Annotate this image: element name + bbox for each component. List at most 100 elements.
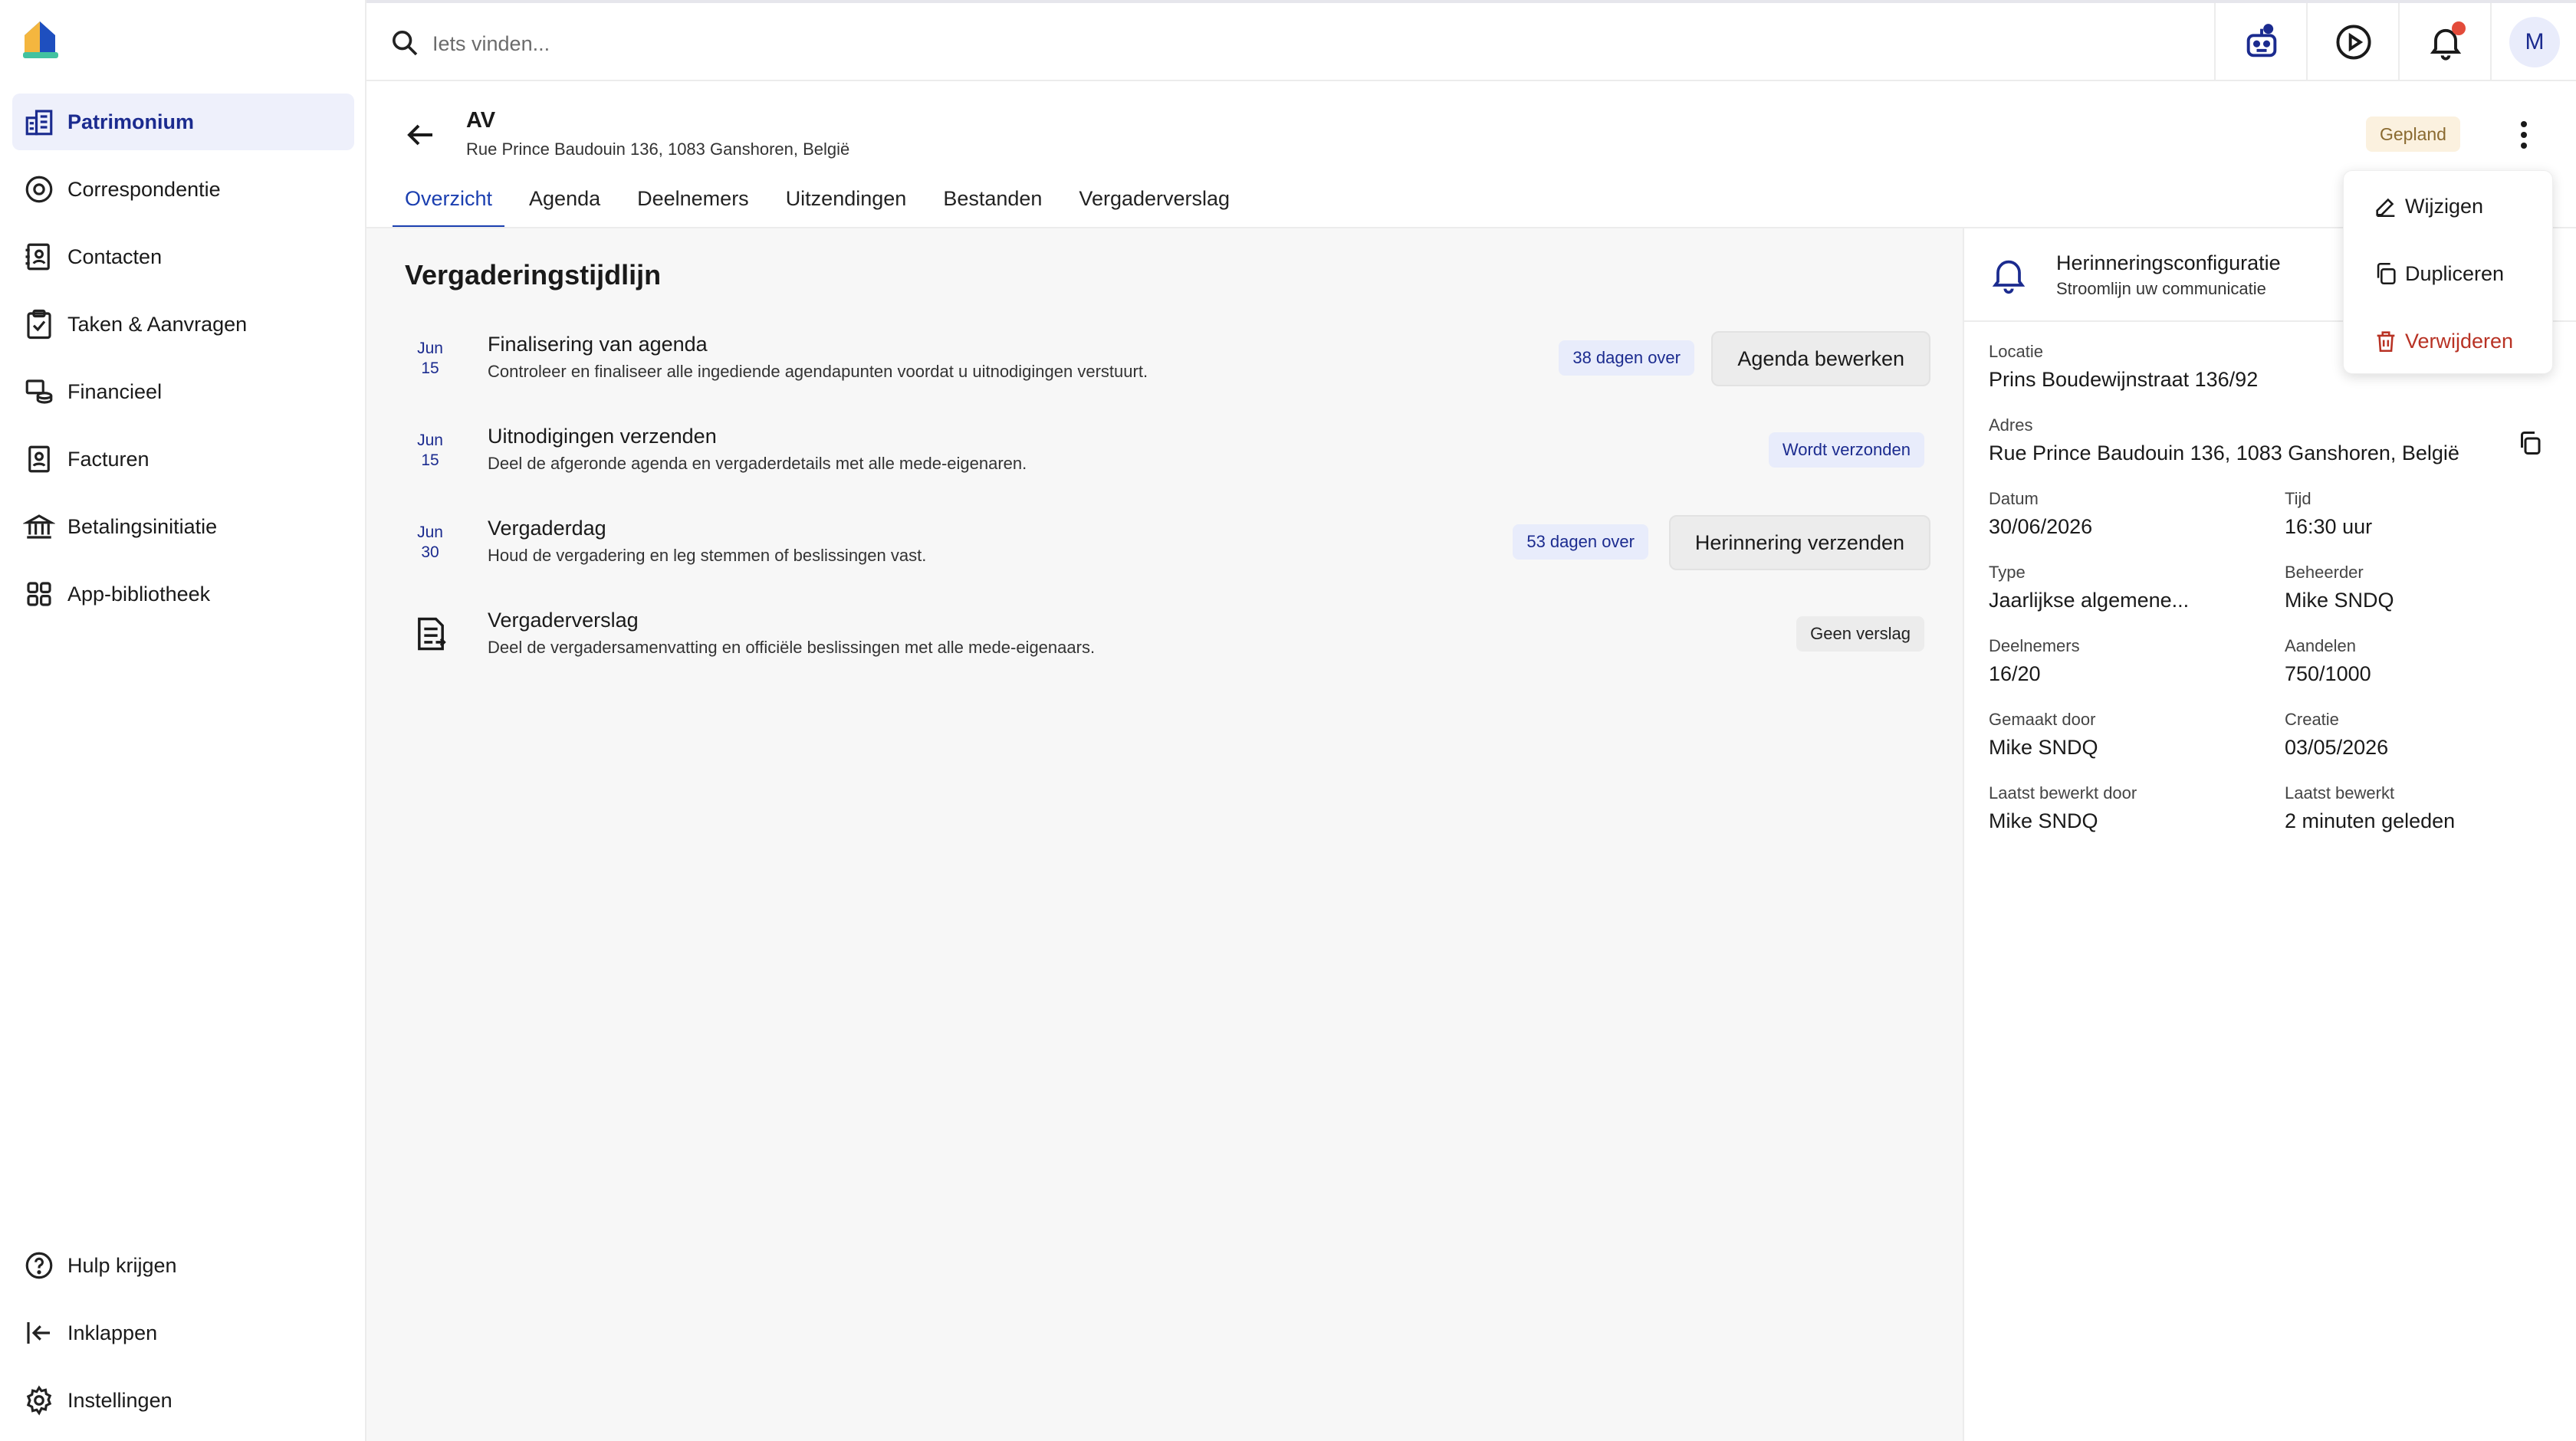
- building-chart-icon: [21, 104, 57, 140]
- copy-icon[interactable]: [2516, 429, 2544, 457]
- tab-agenda[interactable]: Agenda: [517, 173, 613, 228]
- field-value: 03/05/2026: [2285, 736, 2389, 759]
- invoice-icon: [21, 441, 57, 477]
- trash-icon: [2377, 331, 2395, 353]
- sidebar-item-label: App-bibliotheek: [67, 582, 211, 606]
- sidebar-item-contacten[interactable]: Contacten: [12, 228, 354, 285]
- field-datum: Datum 30/06/2026: [1989, 489, 2092, 539]
- user-menu-button[interactable]: M: [2490, 3, 2576, 81]
- play-circle-icon: [2334, 22, 2374, 62]
- field-value: Mike SNDQ: [1989, 809, 2098, 832]
- field-deelnemers: Deelnemers 16/20: [1989, 636, 2080, 686]
- timeline-item: Jun 15 Finalisering van agenda Controlee…: [405, 331, 1930, 408]
- menu-item-edit[interactable]: Wijzigen: [2373, 191, 2483, 222]
- field-label: Laatst bewerkt: [2285, 783, 2395, 803]
- menu-item-duplicate[interactable]: Dupliceren: [2373, 258, 2504, 289]
- field-label: Datum: [1989, 489, 2039, 508]
- sidebar-item-help[interactable]: Hulp krijgen: [12, 1237, 354, 1294]
- field-tijd: Tijd 16:30 uur: [2285, 489, 2372, 539]
- sidebar-item-correspondentie[interactable]: Correspondentie: [12, 161, 354, 218]
- sidebar-item-inklappen[interactable]: Inklappen: [12, 1305, 354, 1361]
- timeline-date: Jun 30: [405, 523, 455, 563]
- sidebar-item-app-bibliotheek[interactable]: App-bibliotheek: [12, 566, 354, 622]
- field-locatie: Locatie Prins Boudewijnstraat 136/92: [1989, 342, 2258, 392]
- sidebar-item-label: Betalingsinitiatie: [67, 514, 218, 538]
- menu-item-label: Wijzigen: [2405, 194, 2484, 218]
- field-label: Laatst bewerkt door: [1989, 783, 2137, 803]
- menu-item-label: Verwijderen: [2405, 329, 2514, 353]
- timeline-item-title: Vergaderverslag: [488, 609, 639, 632]
- no-report-badge: Geen verslag: [1796, 616, 1924, 652]
- tab-bestanden[interactable]: Bestanden: [931, 173, 1054, 228]
- back-button[interactable]: [402, 117, 439, 153]
- app-logo[interactable]: [20, 18, 60, 61]
- at-icon: [21, 172, 57, 207]
- avatar: M: [2509, 17, 2560, 67]
- reminder-config-subtitle: Stroomlijn uw communicatie: [2056, 279, 2266, 298]
- bell-icon[interactable]: [1987, 251, 2030, 297]
- menu-item-delete[interactable]: Verwijderen: [2373, 326, 2513, 356]
- tab-uitzendingen[interactable]: Uitzendingen: [774, 173, 919, 228]
- field-label: Type: [1989, 563, 2026, 582]
- tab-overzicht[interactable]: Overzicht: [393, 173, 505, 228]
- play-button[interactable]: [2306, 3, 2400, 81]
- timeline-title: Vergaderingstijdlijn: [405, 259, 662, 290]
- field-laatst-bewerkt: Laatst bewerkt 2 minuten geleden: [2285, 783, 2455, 833]
- field-value: Mike SNDQ: [2285, 589, 2394, 612]
- collapse-icon: [21, 1315, 57, 1351]
- timeline-item-desc: Deel de afgeronde agenda en vergaderdeta…: [488, 454, 1027, 473]
- sidebar-item-instellingen[interactable]: Instellingen: [12, 1372, 354, 1429]
- days-left-badge: 38 dagen over: [1559, 340, 1694, 376]
- page-subtitle: Rue Prince Baudouin 136, 1083 Ganshoren,…: [466, 140, 850, 159]
- sidebar-item-facturen[interactable]: Facturen: [12, 431, 354, 487]
- reminder-config-title[interactable]: Herinneringsconfiguratie: [2056, 251, 2281, 275]
- field-label: Adres: [1989, 415, 2033, 435]
- sidebar-item-label: Facturen: [67, 447, 150, 471]
- timeline-item-desc: Controleer en finaliseer alle ingediende…: [488, 362, 1148, 381]
- main-content: Vergaderingstijdlijn Jun 15 Finalisering…: [366, 228, 1963, 1441]
- sidebar-item-label: Taken & Aanvragen: [67, 312, 248, 336]
- timeline-item: Jun 30 Vergaderdag Houd de vergadering e…: [405, 515, 1930, 592]
- date-day: 15: [421, 451, 439, 469]
- sidebar-item-financieel[interactable]: Financieel: [12, 363, 354, 420]
- timeline-item-title: Uitnodigingen verzenden: [488, 425, 717, 448]
- field-label: Creatie: [2285, 710, 2339, 729]
- timeline-item-title: Vergaderdag: [488, 517, 606, 540]
- tab-vergaderverslag[interactable]: Vergaderverslag: [1066, 173, 1242, 228]
- kebab-icon: [2521, 121, 2527, 149]
- help-icon: [21, 1248, 57, 1283]
- field-label: Tijd: [2285, 489, 2312, 508]
- field-beheerder: Beheerder Mike SNDQ: [2285, 563, 2394, 612]
- robot-icon: [2242, 22, 2282, 62]
- notifications-button[interactable]: [2398, 3, 2492, 81]
- field-laatst-bewerkt-door: Laatst bewerkt door Mike SNDQ: [1989, 783, 2137, 833]
- date-day: 15: [421, 359, 439, 377]
- field-value: 750/1000: [2285, 662, 2371, 685]
- edit-agenda-button[interactable]: Agenda bewerken: [1711, 331, 1930, 386]
- timeline-item-desc: Deel de vergadersamenvatting en officiël…: [488, 638, 1096, 657]
- more-options-button[interactable]: [2505, 117, 2542, 153]
- assistant-button[interactable]: [2214, 3, 2308, 81]
- sidebar-item-betalingsinitiatie[interactable]: Betalingsinitiatie: [12, 498, 354, 555]
- tab-deelnemers[interactable]: Deelnemers: [625, 173, 761, 228]
- sidebar-item-label: Financieel: [67, 379, 163, 403]
- field-type: Type Jaarlijkse algemene...: [1989, 563, 2189, 612]
- field-value: Rue Prince Baudouin 136, 1083 Ganshoren,…: [1989, 441, 2459, 464]
- sidebar-item-taken[interactable]: Taken & Aanvragen: [12, 296, 354, 353]
- field-label: Locatie: [1989, 342, 2043, 361]
- options-dropdown: Wijzigen Dupliceren Verwijderen: [2343, 170, 2553, 374]
- field-gemaakt-door: Gemaakt door Mike SNDQ: [1989, 710, 2098, 760]
- field-value: 2 minuten geleden: [2285, 809, 2456, 832]
- page-title: AV: [466, 108, 496, 133]
- sidebar-item-patrimonium[interactable]: Patrimonium: [12, 94, 354, 150]
- sidebar-item-label: Instellingen: [67, 1388, 172, 1412]
- search-input[interactable]: [431, 21, 1584, 66]
- bank-icon: [21, 509, 57, 544]
- field-label: Gemaakt door: [1989, 710, 2096, 729]
- clipboard-check-icon: [21, 307, 57, 342]
- field-value: Jaarlijkse algemene...: [1989, 589, 2190, 612]
- date-month: Jun: [417, 340, 443, 357]
- date-day: 30: [421, 543, 439, 561]
- send-reminder-button[interactable]: Herinnering verzenden: [1668, 515, 1930, 570]
- timeline-item: Jun 15 Uitnodigingen verzenden Deel de a…: [405, 423, 1930, 500]
